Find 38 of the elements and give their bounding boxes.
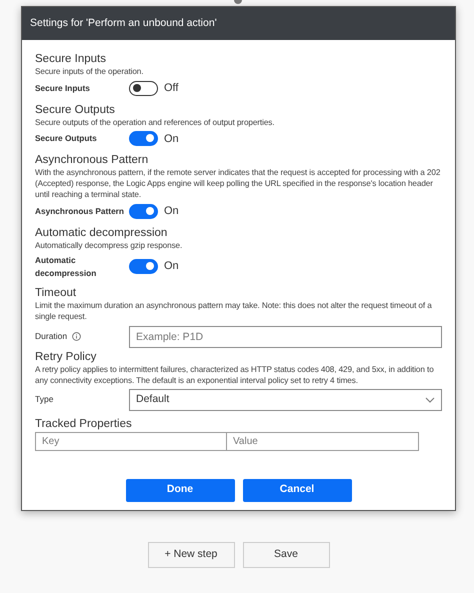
cancel-button[interactable]: Cancel [242,478,352,502]
section-description: Automatically decompress gzip response. [35,240,184,250]
toggle-state: On [164,204,179,219]
section-heading: Secure Inputs [35,52,107,66]
toggle-switch[interactable] [129,204,158,219]
duration-field[interactable]: Example: P1D [129,326,442,348]
toggle-label: Secure Outputs [35,132,98,146]
section-heading: Asynchronous Pattern [35,153,150,167]
toggle-label: Asynchronous Pattern [35,204,125,218]
toggle-switch[interactable] [129,80,158,96]
section-heading: Secure Outputs [35,102,116,116]
chevron-down-icon [425,396,435,402]
toggle-switch[interactable] [129,259,158,274]
value-field[interactable]: Value [227,432,419,450]
new-step-button[interactable]: + New step [148,542,234,568]
section-heading: Automatic decompression [35,226,168,240]
done-button[interactable]: Done [126,478,234,502]
save-button[interactable]: Save [242,542,330,568]
toggle-switch[interactable] [129,131,158,146]
section-heading: Tracked Properties [35,416,133,430]
toggle-state: On [164,132,179,146]
section-description: Secure outputs of the operation and references of output properties. [35,116,276,128]
dialog-title: Settings for 'Perform an unbound action' [22,7,455,40]
toggle-label: Secure Inputs [35,82,91,95]
toggle-label: Automatic decompression [35,254,98,280]
field-label: Duration [35,330,68,343]
info-icon [72,332,82,341]
toggle-state: Off [164,81,178,96]
section-description: A retry policy applies to intermittent failures, characterized as HTTP status codes 408, 429, and 5xx, in addition to any connectivity exceptions. The default is an exponential interval policy set to retry 4 times. [35,364,435,386]
section-description: With the asynchronous pattern, if the remote server indicates that the request is accepted for processing with a 202 (Accepted) response, the Logic Apps engine will keep polling the URL specified in the response's location header until reaching a terminal state. [35,167,442,200]
section-heading: Retry Policy [35,350,98,364]
section-description: Secure inputs of the operation. [35,66,144,77]
section-heading: Timeout [35,286,78,300]
field-label: Type [35,393,54,406]
type-dropdown[interactable]: Default [129,388,442,410]
section-description: Limit the maximum duration an asynchronous pattern may take. Note: this does not alter the request timeout of a single request. [35,300,433,322]
toggle-state: On [164,259,179,274]
key-field[interactable]: Key [35,432,227,450]
